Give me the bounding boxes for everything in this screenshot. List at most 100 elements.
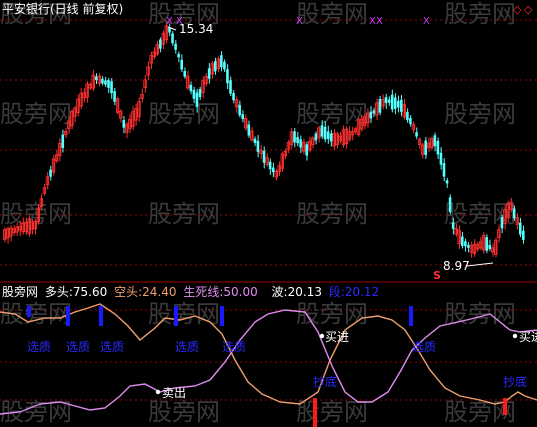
pick-marker-bar [66, 306, 70, 326]
watermark-text: 股旁网 [148, 100, 220, 128]
candle-body [207, 68, 211, 79]
candle-body [192, 89, 196, 99]
candlestick-series[interactable] [3, 21, 525, 267]
pick-marker-label: 选质 [27, 340, 52, 354]
chart-canvas[interactable]: 股旁网 股旁网 股旁网 股旁网股旁网 股旁网 股旁网 股旁网股旁网 股旁网 股旁网 股旁网股旁网股… [0, 0, 537, 427]
top-marker: X [296, 16, 303, 27]
candle-body [49, 169, 52, 177]
candle-body [107, 79, 110, 88]
indicator-name: 股旁网 [2, 285, 39, 299]
low-price-label: 8.97 [443, 259, 470, 273]
candle-body [253, 138, 257, 143]
candle-body [448, 197, 452, 213]
watermark-text: 股旁网 [444, 100, 516, 128]
pick-marker-label: 选质 [66, 340, 91, 354]
candle-body [296, 137, 299, 144]
candle-body [500, 217, 504, 229]
candle-body [247, 124, 251, 136]
high-price-label: 15.34 [179, 22, 214, 36]
candle-body [95, 76, 98, 81]
candle-body [326, 131, 330, 140]
candle-body [400, 99, 403, 112]
candle-body [174, 43, 177, 50]
candle-body [262, 150, 266, 163]
top-marker: X [376, 16, 383, 27]
candle-body [390, 94, 394, 110]
candle-body [451, 222, 455, 229]
candle-body [229, 80, 232, 94]
bottom-marker-bar [503, 398, 507, 415]
bull-value: 75.60 [72, 285, 108, 299]
pick-marker-label: 选质 [222, 340, 247, 354]
bottom-marker-bar [313, 398, 317, 427]
candle-body [461, 236, 464, 246]
candle-body [183, 71, 187, 77]
candle-body [180, 59, 183, 70]
signal-dot [319, 333, 325, 339]
pick-marker-bar [220, 306, 224, 326]
candle-body [436, 140, 440, 155]
candle-body [439, 152, 443, 165]
candle-body [406, 111, 409, 121]
candle-body [512, 208, 516, 219]
candle-body [396, 100, 400, 108]
candle-body [122, 120, 126, 128]
candle-body [467, 244, 470, 248]
watermark-layer: 股旁网 股旁网 股旁网 股旁网股旁网 股旁网 股旁网 股旁网股旁网 股旁网 股旁网 股旁网股旁网股… [0, 0, 516, 426]
candle-body [195, 92, 199, 107]
signal-dot [512, 333, 518, 339]
candle-body [384, 97, 388, 104]
buy-signal-label: 买进 [325, 330, 350, 344]
bottom-fishing-label: 抄底 [313, 375, 338, 389]
candle-body [305, 144, 309, 156]
candle-body [220, 55, 223, 68]
pick-marker-label: 选质 [100, 340, 125, 354]
watermark-text: 股旁网 [444, 0, 516, 28]
buy-signal-label: 买进 [519, 330, 537, 344]
candle-body [518, 222, 522, 235]
diamond-outline-icon[interactable]: ◇ [513, 4, 521, 15]
candle-body [424, 140, 427, 155]
bear-value: 24.40 [142, 285, 177, 299]
candle-body [232, 93, 235, 101]
candle-body [369, 111, 373, 119]
candle-body [387, 99, 391, 103]
watermark-text: 股旁网 [296, 200, 368, 228]
candle-body [314, 133, 318, 141]
diamond-outline-icon[interactable]: ◇ [524, 4, 532, 15]
candle-body [101, 78, 104, 84]
candle-body [226, 69, 229, 84]
candle-body [415, 132, 418, 137]
candle-body [433, 135, 437, 147]
watermark-text: 股旁网 [444, 300, 516, 328]
candle-body [268, 161, 272, 170]
candle-body [271, 167, 275, 173]
candle-body [464, 241, 467, 247]
candle-body [256, 140, 260, 152]
watermark-text: 股旁网 [148, 398, 220, 426]
segment-label: 段: [328, 285, 345, 299]
pick-marker-bar [174, 306, 178, 326]
wave-label: 波: [271, 285, 288, 299]
candle-body [189, 84, 193, 92]
bull-label: 多头: [44, 285, 73, 299]
candle-body [293, 131, 296, 143]
watermark-text: 股旁网 [148, 200, 220, 228]
watermark-text: 股旁网 [296, 0, 368, 28]
candle-body [104, 80, 107, 85]
sell-signal-marker: S [433, 269, 441, 282]
candle-body [393, 97, 397, 109]
sell-signal-label: 卖出 [162, 386, 187, 400]
candle-body [61, 134, 65, 148]
bear-label: 空头: [114, 285, 143, 299]
candle-body [223, 61, 226, 70]
pick-marker-label: 选质 [175, 340, 200, 354]
signal-dot [155, 389, 161, 395]
candle-body [241, 114, 244, 120]
candle-body [238, 104, 241, 116]
pick-marker-bar [409, 306, 413, 326]
candle-body [372, 110, 376, 114]
candle-body [409, 118, 412, 125]
bottom-fishing-label: 抄底 [503, 375, 528, 389]
candle-body [159, 39, 162, 49]
